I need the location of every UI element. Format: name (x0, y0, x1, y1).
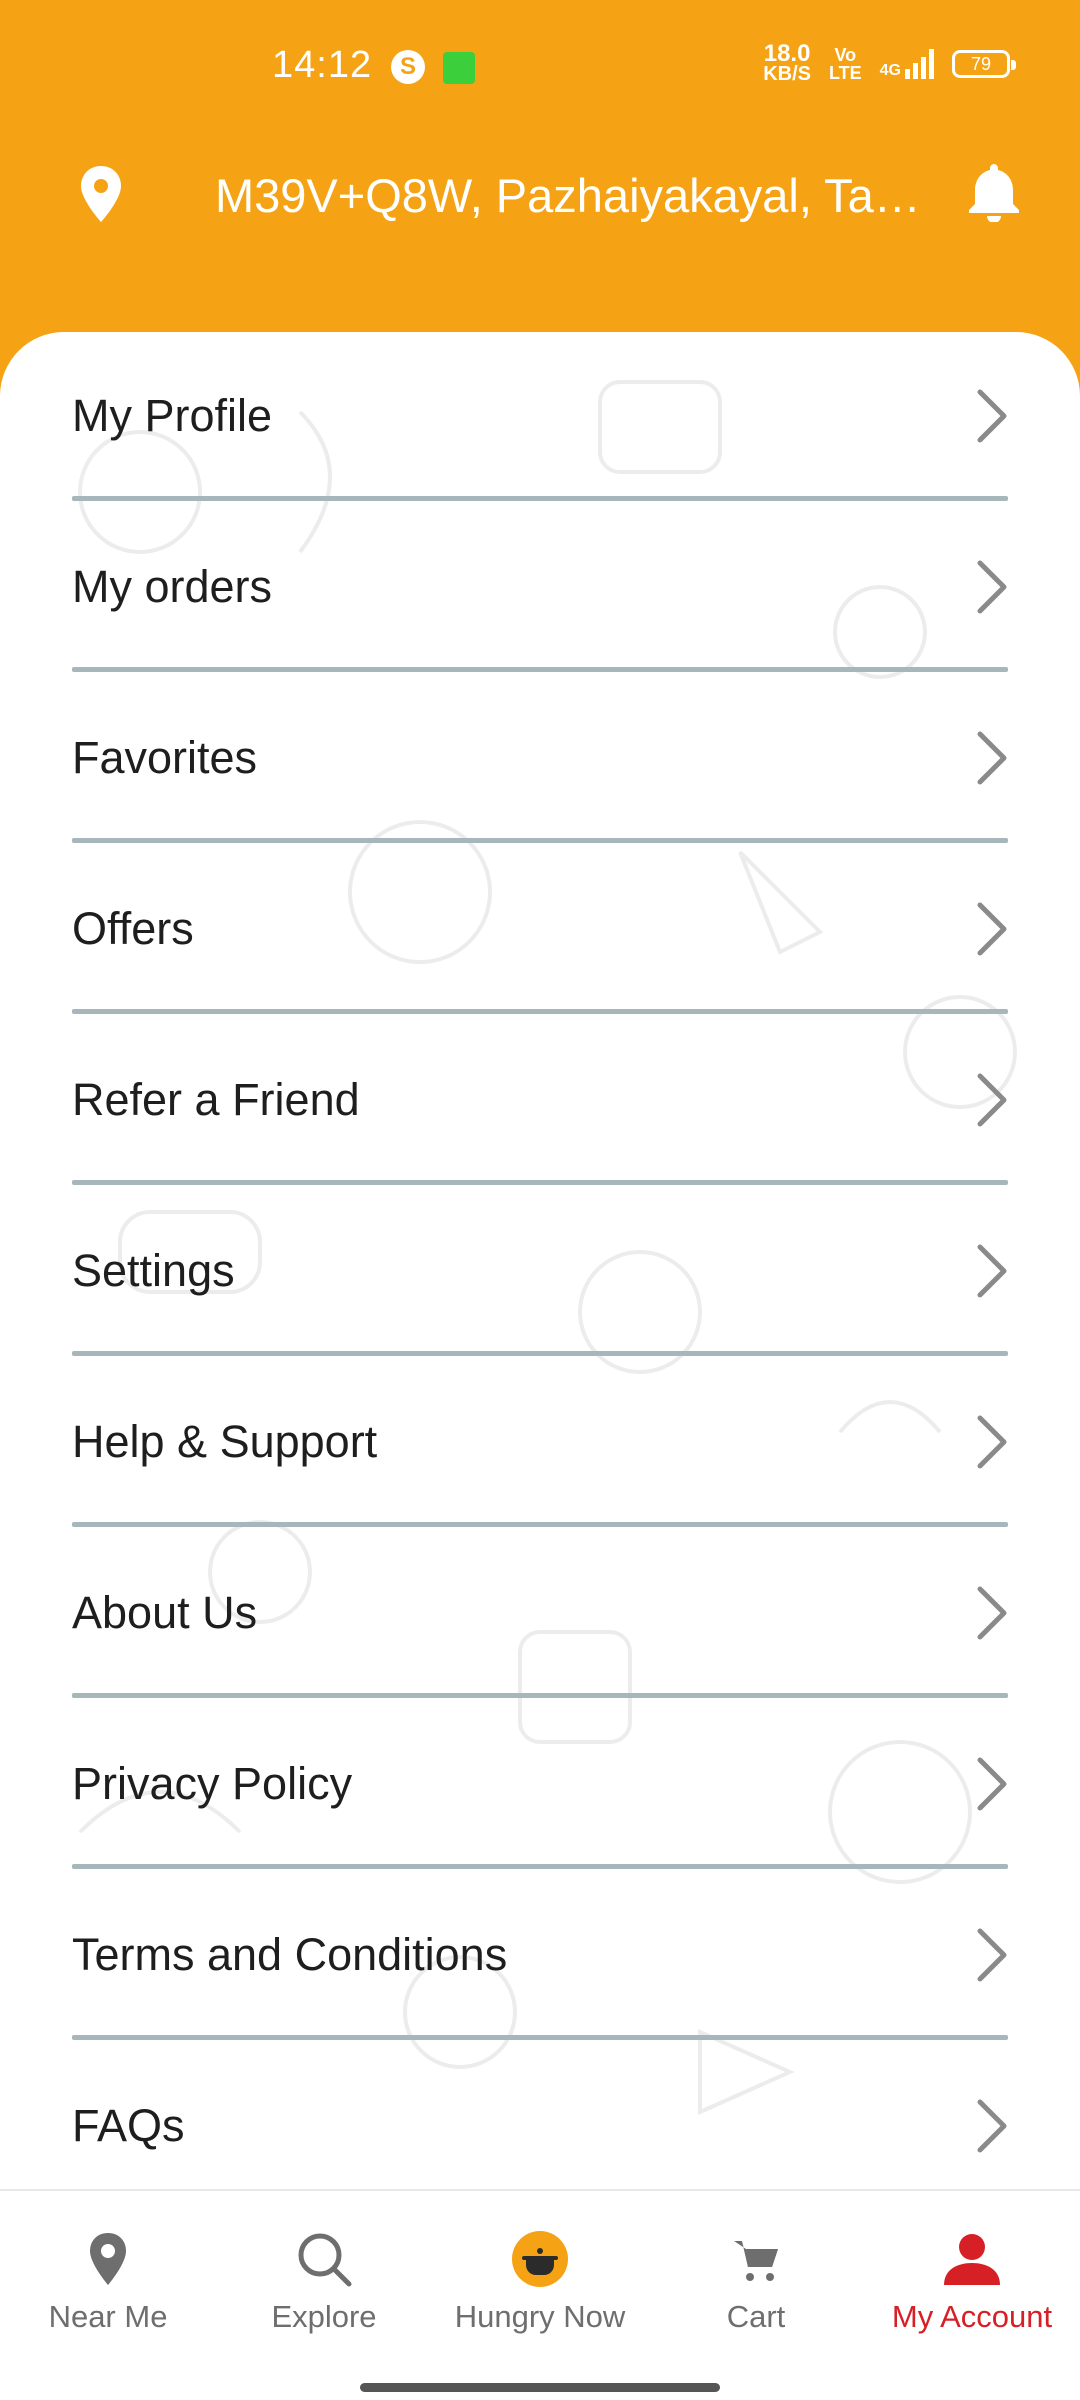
account-menu-sheet: My Profile My orders Favorites Offers Refer … (0, 332, 1080, 2189)
status-bar: 14:12 S 18.0 KB/S Vo LTE 4G 79 (0, 0, 1080, 130)
volte-icon: Vo LTE (828, 45, 862, 83)
nav-hungry-now[interactable]: Hungry Now (432, 2191, 648, 2351)
chevron-right-icon (977, 731, 1007, 785)
search-icon (298, 2233, 352, 2287)
messaging-app-icon (443, 52, 475, 84)
menu-divider (72, 1351, 1008, 1356)
menu-item-about-us[interactable]: About Us (0, 1529, 1080, 1700)
menu-item-faqs[interactable]: FAQs (0, 2042, 1080, 2189)
menu-item-offers[interactable]: Offers (0, 845, 1080, 1016)
menu-item-label: My orders (72, 561, 273, 612)
chevron-right-icon (977, 389, 1007, 443)
menu-item-help-and-support[interactable]: Help & Support (0, 1358, 1080, 1529)
nav-cart[interactable]: Cart (648, 2191, 864, 2351)
menu-divider (72, 1693, 1008, 1698)
menu-item-refer-a-friend[interactable]: Refer a Friend (0, 1016, 1080, 1187)
bottom-navigation: Near Me Explore Hungry Now Cart My Accou… (0, 2189, 1080, 2400)
nav-explore[interactable]: Explore (216, 2191, 432, 2351)
cooking-pot-icon (512, 2231, 568, 2287)
chevron-right-icon (977, 560, 1007, 614)
nav-label: Hungry Now (454, 2299, 626, 2334)
notification-bell-icon[interactable] (966, 160, 1022, 222)
nav-my-account[interactable]: My Account (864, 2191, 1080, 2351)
menu-item-settings[interactable]: Settings (0, 1187, 1080, 1358)
chevron-right-icon (977, 1073, 1007, 1127)
nav-label: Explore (271, 2299, 377, 2334)
chevron-right-icon (977, 1928, 1007, 1982)
network-speed: 18.0 KB/S (763, 40, 811, 85)
menu-item-label: Offers (72, 903, 194, 954)
skype-icon: S (391, 50, 425, 84)
menu-item-terms-and-conditions[interactable]: Terms and Conditions (0, 1871, 1080, 2042)
account-icon (944, 2234, 1000, 2285)
menu-divider (72, 1522, 1008, 1527)
cart-icon (734, 2241, 778, 2281)
menu-divider (72, 838, 1008, 843)
menu-item-label: My Profile (72, 390, 273, 441)
current-address[interactable]: M39V+Q8W, Pazhaiyakayal, Tami… (215, 168, 935, 223)
menu-list: My Profile My orders Favorites Offers Refer … (0, 332, 1080, 2189)
chevron-right-icon (977, 1586, 1007, 1640)
menu-item-my-profile[interactable]: My Profile (0, 332, 1080, 503)
status-time: 14:12 (272, 44, 373, 86)
menu-item-label: Favorites (72, 732, 258, 783)
battery-icon: 79 (952, 50, 1016, 78)
menu-item-my-orders[interactable]: My orders (0, 503, 1080, 674)
chevron-right-icon (977, 902, 1007, 956)
signal-icon: 4G (880, 49, 934, 79)
menu-divider (72, 496, 1008, 501)
nav-label: My Account (891, 2299, 1053, 2334)
chevron-right-icon (977, 1757, 1007, 1811)
menu-item-label: Settings (72, 1245, 235, 1296)
location-header: M39V+Q8W, Pazhaiyakayal, Tami… (0, 140, 1080, 250)
status-indicators: 18.0 KB/S Vo LTE 4G 79 (763, 40, 1016, 85)
chevron-right-icon (977, 1244, 1007, 1298)
chevron-right-icon (977, 1415, 1007, 1469)
map-pin-icon (90, 2233, 126, 2285)
menu-divider (72, 2035, 1008, 2040)
chevron-right-icon (977, 2099, 1007, 2153)
menu-item-label: FAQs (72, 2100, 185, 2151)
menu-item-label: About Us (72, 1587, 258, 1638)
home-indicator[interactable] (360, 2383, 720, 2392)
menu-item-label: Privacy Policy (72, 1758, 353, 1809)
menu-item-label: Help & Support (72, 1416, 378, 1467)
menu-divider (72, 1864, 1008, 1869)
menu-item-favorites[interactable]: Favorites (0, 674, 1080, 845)
location-pin-icon[interactable] (78, 164, 124, 224)
menu-item-privacy-policy[interactable]: Privacy Policy (0, 1700, 1080, 1871)
menu-divider (72, 1180, 1008, 1185)
nav-label: Near Me (48, 2299, 168, 2334)
menu-item-label: Refer a Friend (72, 1074, 360, 1125)
nav-near-me[interactable]: Near Me (0, 2191, 216, 2351)
menu-divider (72, 667, 1008, 672)
menu-divider (72, 1009, 1008, 1014)
nav-label: Cart (726, 2299, 786, 2334)
menu-item-label: Terms and Conditions (72, 1929, 508, 1980)
